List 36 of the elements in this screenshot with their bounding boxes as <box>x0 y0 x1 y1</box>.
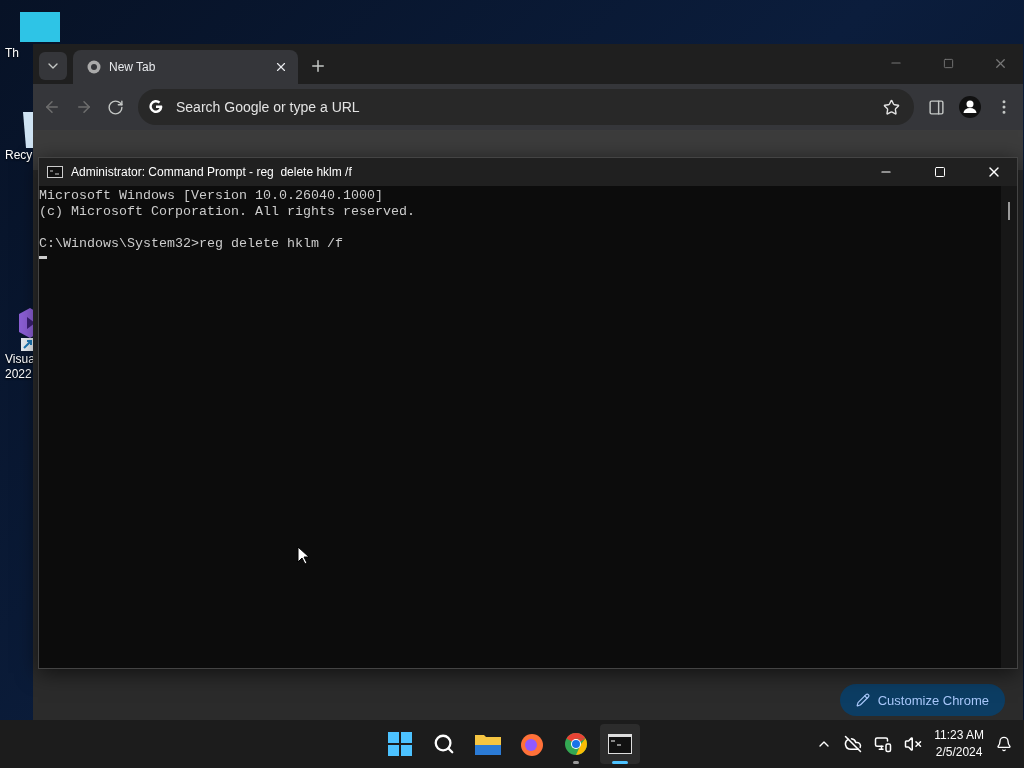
cloud-off-icon[interactable] <box>844 735 863 753</box>
address-bar[interactable]: Search Google or type a URL <box>138 89 914 125</box>
fox-globe-icon <box>520 732 544 756</box>
desktop-icon-label[interactable]: Th <box>5 46 19 61</box>
tab-search-button[interactable] <box>39 52 67 80</box>
search-icon <box>433 733 455 755</box>
window-title: Administrator: Command Prompt - reg delete hklm /f <box>71 165 353 179</box>
clock[interactable]: 11:23 AM 2/5/2024 <box>934 727 984 761</box>
close-icon[interactable] <box>274 60 288 74</box>
notification-bell-icon[interactable] <box>996 736 1012 752</box>
console-line: C:\Windows\System32>reg delete hklm /f <box>39 236 343 251</box>
console-line: (c) Microsoft Corporation. All rights reserved. <box>39 204 415 219</box>
star-icon[interactable] <box>883 98 900 116</box>
pencil-icon <box>855 693 870 707</box>
chrome-icon <box>564 732 588 756</box>
muted-speaker-icon[interactable] <box>904 735 923 753</box>
browser-tab[interactable]: New Tab <box>73 50 298 84</box>
maximize-icon <box>942 57 954 69</box>
chrome-icon <box>87 60 101 74</box>
console-line: Microsoft Windows [Version 10.0.26040.1000] <box>39 188 383 203</box>
plus-icon <box>309 57 327 75</box>
folder-icon <box>475 733 501 755</box>
terminal-icon <box>608 734 632 754</box>
customize-chrome-button[interactable]: Customize Chrome <box>839 684 1005 716</box>
desktop-icon-label[interactable]: Recy <box>5 148 33 163</box>
maximize-icon <box>934 166 946 178</box>
scrollbar-thumb[interactable] <box>1008 202 1010 220</box>
side-panel-icon[interactable] <box>928 98 945 116</box>
console-icon <box>47 166 63 178</box>
reload-icon[interactable] <box>107 98 124 116</box>
desktop-icon-label[interactable]: 2022 <box>5 367 32 382</box>
mouse-pointer-icon <box>297 546 309 565</box>
taskbar-app-button[interactable] <box>600 724 640 764</box>
windows-logo-icon <box>388 732 412 756</box>
profile-icon[interactable] <box>959 96 981 118</box>
network-icon[interactable] <box>874 735 893 753</box>
